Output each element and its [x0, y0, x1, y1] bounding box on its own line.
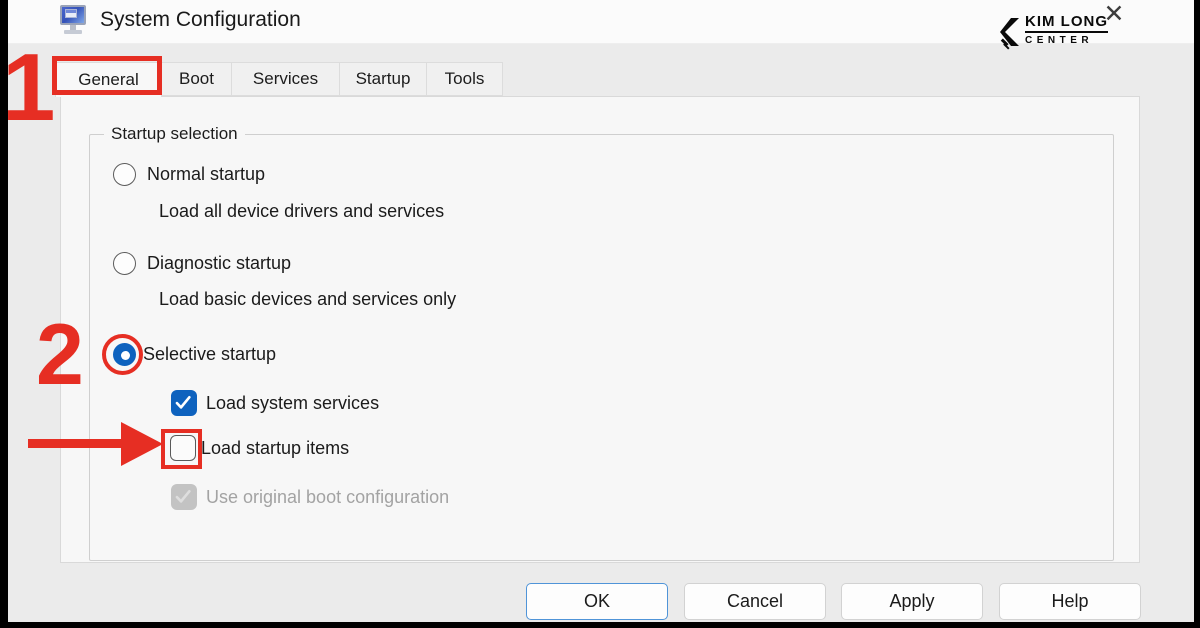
cancel-button[interactable]: Cancel	[684, 583, 826, 620]
annotation-arrow-shaft	[28, 439, 125, 448]
tab-services[interactable]: Services	[232, 62, 340, 96]
window-title: System Configuration	[100, 8, 301, 32]
apply-button[interactable]: Apply	[841, 583, 983, 620]
tab-boot[interactable]: Boot	[162, 62, 232, 96]
annotation-step-1: 1	[2, 40, 55, 136]
radio-description: Load all device drivers and services	[159, 201, 444, 222]
radio-button-icon[interactable]	[113, 163, 136, 186]
brand-logo: KIM LONG CENTER	[993, 13, 1133, 55]
annotation-box-general-tab	[52, 56, 162, 95]
window-frame: System Configuration ✕ KIM LONG CENTER G…	[8, 0, 1194, 622]
ok-button[interactable]: OK	[526, 583, 668, 620]
checkmark-icon	[174, 394, 193, 411]
checkbox-row-load-system-services[interactable]: Load system services	[171, 390, 379, 416]
brand-name: KIM LONG	[1025, 13, 1108, 33]
screenshot-stage: { "window": { "title": "System Configura…	[0, 0, 1200, 628]
tab-startup[interactable]: Startup	[340, 62, 427, 96]
checkbox-row-use-original-boot-configuration: Use original boot configuration	[171, 484, 449, 510]
group-title: Startup selection	[104, 124, 245, 144]
msconfig-monitor-icon	[60, 5, 87, 35]
radio-row-diagnostic-startup[interactable]: Diagnostic startup	[113, 252, 291, 275]
radio-label[interactable]: Diagnostic startup	[147, 253, 291, 274]
radio-button-icon[interactable]	[113, 252, 136, 275]
brand-chevron-icon	[999, 17, 1025, 53]
radio-label[interactable]: Normal startup	[147, 164, 265, 185]
brand-subname: CENTER	[1025, 35, 1108, 46]
annotation-step-2: 2	[36, 312, 84, 398]
annotation-arrow-icon	[121, 422, 163, 466]
tab-panel-general: Startup selection Normal startup Load al…	[60, 96, 1140, 563]
checkbox-checked-disabled-icon	[171, 484, 197, 510]
annotation-box-load-startup-items	[161, 429, 202, 469]
checkbox-label: Use original boot configuration	[206, 487, 449, 508]
radio-row-normal-startup[interactable]: Normal startup	[113, 163, 265, 186]
checkbox-label[interactable]: Load system services	[206, 393, 379, 414]
checkbox-label[interactable]: Load startup items	[201, 438, 349, 459]
checkmark-icon	[174, 488, 193, 505]
tab-tools[interactable]: Tools	[427, 62, 503, 96]
radio-description: Load basic devices and services only	[159, 289, 456, 310]
checkbox-checked-icon[interactable]	[171, 390, 197, 416]
annotation-circle-selective-radio	[102, 334, 143, 375]
help-button[interactable]: Help	[999, 583, 1141, 620]
radio-label[interactable]: Selective startup	[143, 344, 276, 365]
